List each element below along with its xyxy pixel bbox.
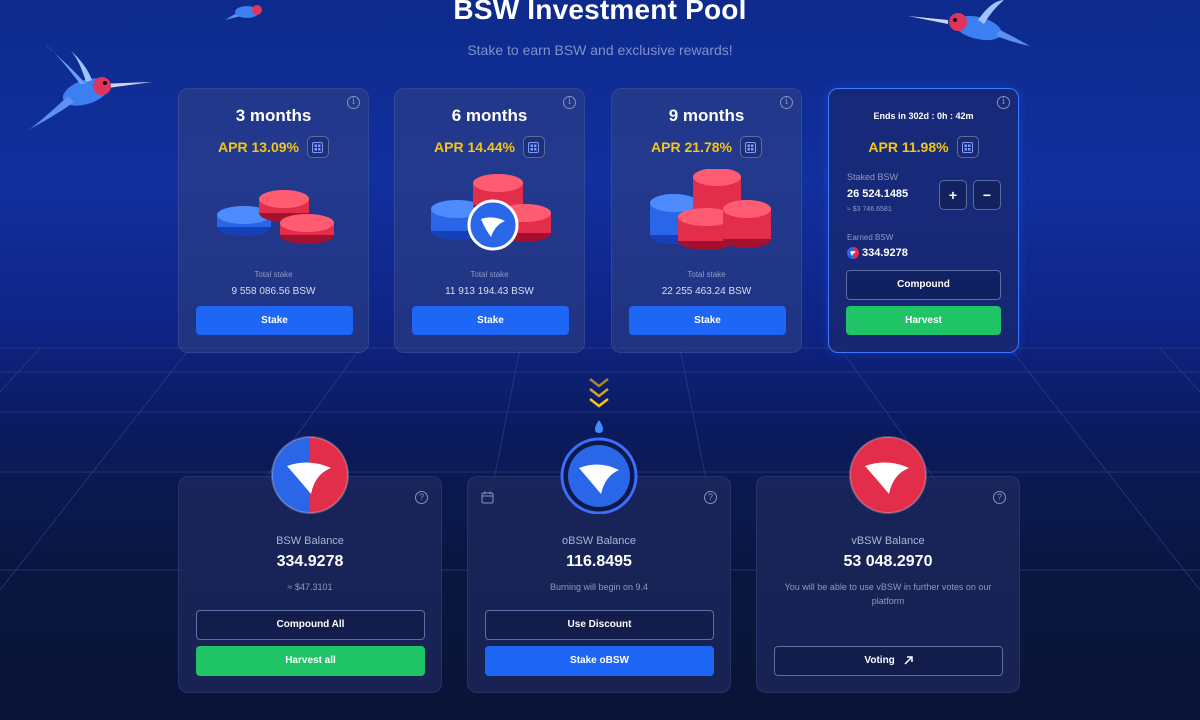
use-discount-button[interactable]: Use Discount — [485, 610, 714, 640]
compound-button[interactable]: Compound — [846, 270, 1001, 300]
burning-note: Burning will begin on 9.4 — [549, 582, 649, 592]
question-icon[interactable]: ? — [704, 491, 717, 504]
info-icon[interactable]: i — [997, 96, 1010, 109]
question-icon[interactable]: ? — [415, 491, 428, 504]
calculator-icon[interactable] — [522, 136, 545, 158]
pool-apr: APR 13.09% — [218, 139, 299, 155]
calculator-icon[interactable] — [956, 136, 979, 158]
pool-apr: APR 21.78% — [651, 139, 732, 155]
total-stake-value: 11 913 194.43 BSW — [445, 286, 534, 297]
harvest-button[interactable]: Harvest — [846, 306, 1001, 335]
investment-pool-page: BSW Investment Pool Stake to earn BSW an… — [0, 0, 1200, 720]
vbsw-token-icon — [849, 436, 927, 514]
pool-card-6-months: i 6 months APR 14.44% Total stake 11 913… — [394, 88, 585, 353]
voting-label: Voting — [864, 655, 895, 666]
total-stake-label: Total stake — [254, 270, 293, 279]
earned-label: Earned BSW — [847, 233, 894, 242]
stake-button[interactable]: Stake — [412, 306, 569, 335]
earned-value: 334.9278 — [862, 247, 908, 259]
balance-value: 116.8495 — [566, 553, 632, 570]
calendar-icon[interactable] — [481, 491, 494, 504]
total-stake-value: 9 558 086.56 BSW — [231, 286, 316, 297]
balance-label: oBSW Balance — [562, 535, 636, 547]
pool-period: 6 months — [451, 106, 528, 125]
coin-stack-illustration — [431, 174, 551, 251]
chevrons-down-icon — [589, 378, 609, 408]
pool-period: 3 months — [235, 106, 312, 125]
apr-row: APR 13.09% — [179, 136, 368, 158]
balance-usd-value: ≈ $47.3101 — [287, 582, 333, 592]
balance-value: 53 048.2970 — [843, 553, 933, 570]
staked-label: Staked BSW — [847, 172, 899, 182]
calculator-icon[interactable] — [739, 136, 762, 158]
apr-row: APR 11.98% — [829, 136, 1018, 158]
total-stake-label: Total stake — [470, 270, 509, 279]
harvest-all-button[interactable]: Harvest all — [196, 646, 425, 676]
pool-countdown: Ends in 302d : 0h : 42m — [873, 111, 974, 121]
staked-usd-value: ≈ $3 746.6581 — [847, 206, 892, 213]
active-pool-card: i Ends in 302d : 0h : 42m APR 11.98% Sta… — [828, 88, 1019, 353]
pool-apr: APR 14.44% — [434, 139, 515, 155]
coin-stack-illustration — [650, 169, 771, 250]
coin-stack-illustration — [217, 190, 334, 244]
arrow-up-right-icon — [904, 656, 913, 665]
pool-apr: APR 11.98% — [868, 139, 949, 155]
pool-card-3-months: i 3 months APR 13.09% Total stake 9 558 … — [178, 88, 369, 353]
stake-obsw-button[interactable]: Stake oBSW — [485, 646, 714, 676]
stake-button[interactable]: Stake — [629, 306, 786, 335]
add-stake-button[interactable]: + — [939, 180, 967, 210]
question-icon[interactable]: ? — [993, 491, 1006, 504]
apr-row: APR 14.44% — [395, 136, 584, 158]
remove-stake-button[interactable]: − — [973, 180, 1001, 210]
vbsw-note: You will be able to use vBSW in further … — [784, 582, 992, 606]
staked-value: 26 524.1485 — [847, 188, 909, 200]
calculator-icon[interactable] — [306, 136, 329, 158]
bsw-token-icon — [271, 436, 349, 514]
page-subtitle: Stake to earn BSW and exclusive rewards! — [467, 42, 733, 58]
balance-label: BSW Balance — [276, 535, 344, 547]
page-title: BSW Investment Pool — [453, 0, 747, 25]
total-stake-label: Total stake — [687, 270, 726, 279]
voting-button[interactable]: Voting — [774, 646, 1003, 676]
apr-row: APR 21.78% — [612, 136, 801, 158]
pool-period: 9 months — [668, 106, 745, 125]
balance-value: 334.9278 — [276, 553, 344, 570]
compound-all-button[interactable]: Compound All — [196, 610, 425, 640]
balance-label: vBSW Balance — [851, 535, 925, 547]
obsw-token-icon — [560, 420, 638, 514]
pool-card-9-months: i 9 months APR 21.78% Total stake 22 255… — [611, 88, 802, 353]
bsw-token-icon — [847, 247, 859, 259]
total-stake-value: 22 255 463.24 BSW — [661, 286, 752, 297]
stake-button[interactable]: Stake — [196, 306, 353, 335]
